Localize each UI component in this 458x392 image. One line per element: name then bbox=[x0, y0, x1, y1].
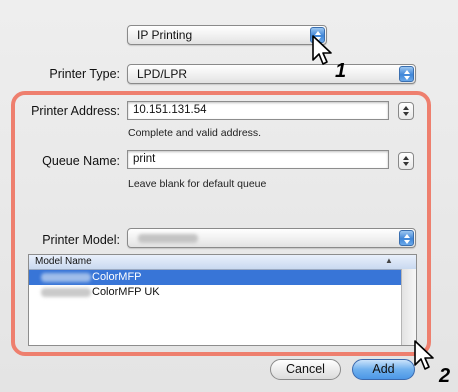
protocol-popup[interactable]: IP Printing bbox=[127, 25, 327, 45]
printer-model-redacted-value bbox=[138, 234, 198, 243]
protocol-popup-value: IP Printing bbox=[137, 28, 193, 42]
queue-name-hint: Leave blank for default queue bbox=[128, 178, 267, 190]
step-number-1: 1 bbox=[335, 60, 347, 82]
model-list-header[interactable]: Model Name ▲ bbox=[29, 255, 416, 270]
printer-address-label: Printer Address: bbox=[31, 104, 120, 118]
mouse-pointer-icon bbox=[414, 340, 434, 370]
chevrons-icon bbox=[403, 156, 409, 166]
add-button[interactable]: Add bbox=[352, 359, 415, 380]
list-item[interactable]: ColorMFP bbox=[29, 270, 416, 285]
add-printer-window: IP Printing Printer Type: LPD/LPR Printe… bbox=[0, 0, 458, 392]
redacted-model-prefix bbox=[41, 288, 91, 297]
list-scrollbar[interactable] bbox=[401, 269, 416, 345]
printer-type-value: LPD/LPR bbox=[137, 67, 188, 81]
printer-model-popup[interactable] bbox=[127, 228, 416, 248]
model-name-column-header: Model Name bbox=[35, 256, 92, 267]
queue-name-value: print bbox=[133, 153, 156, 165]
popup-arrows-icon bbox=[399, 230, 414, 246]
printer-type-label: Printer Type: bbox=[49, 67, 120, 81]
sort-ascending-icon: ▲ bbox=[385, 256, 393, 265]
printer-address-field[interactable]: 10.151.131.54 bbox=[127, 101, 389, 120]
chevrons-icon bbox=[403, 106, 409, 116]
queue-name-history-button[interactable] bbox=[398, 152, 414, 170]
cancel-button[interactable]: Cancel bbox=[270, 359, 341, 380]
redacted-model-prefix bbox=[41, 273, 91, 282]
model-name: ColorMFP UK bbox=[92, 286, 160, 298]
queue-name-field[interactable]: print bbox=[127, 150, 389, 169]
printer-type-popup[interactable]: LPD/LPR bbox=[127, 64, 416, 84]
list-item[interactable]: ColorMFP UK bbox=[29, 285, 416, 300]
printer-address-history-button[interactable] bbox=[398, 102, 414, 120]
printer-address-value: 10.151.131.54 bbox=[133, 104, 207, 116]
printer-address-hint: Complete and valid address. bbox=[128, 127, 262, 139]
step-number-2: 2 bbox=[439, 365, 451, 387]
popup-arrows-icon bbox=[399, 66, 414, 82]
printer-model-label: Printer Model: bbox=[42, 233, 120, 247]
queue-name-label: Queue Name: bbox=[42, 154, 120, 168]
model-list[interactable]: Model Name ▲ ColorMFP ColorMFP UK bbox=[28, 254, 417, 346]
model-name: ColorMFP bbox=[92, 271, 142, 283]
mouse-pointer-icon bbox=[312, 35, 332, 65]
